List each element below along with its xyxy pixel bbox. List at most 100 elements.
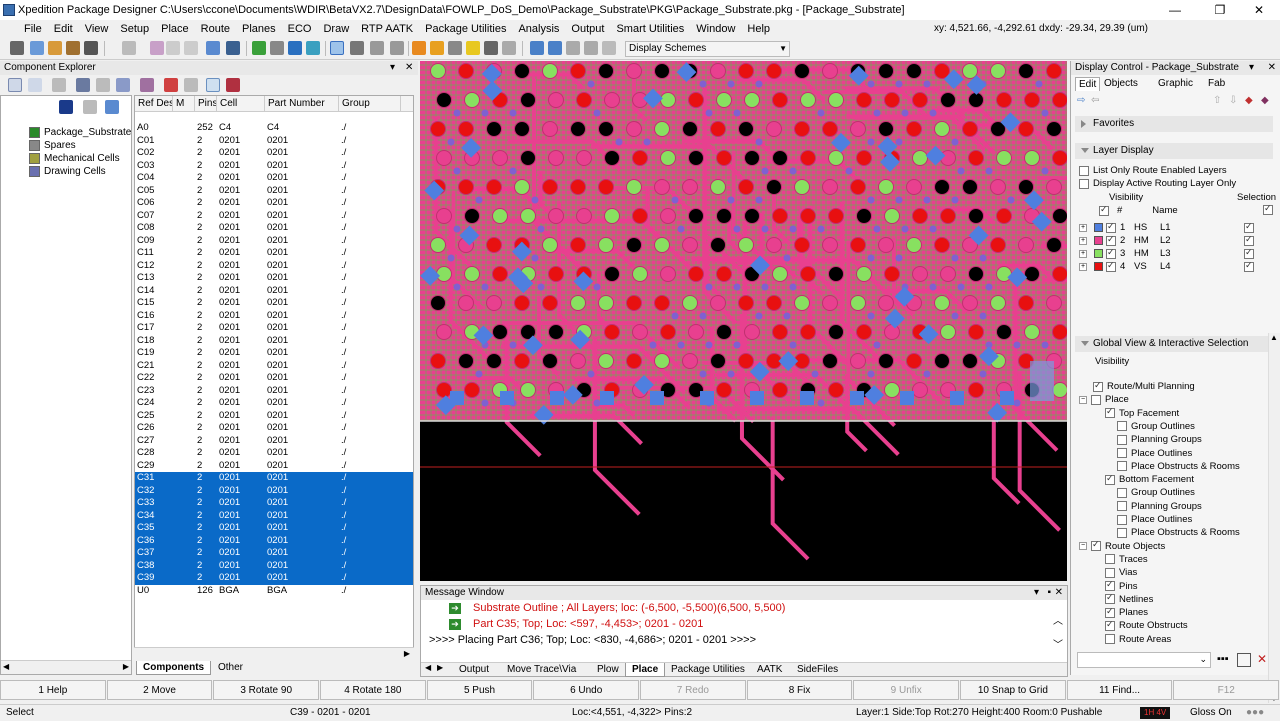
gv-item[interactable]: Route Obstructs <box>1105 619 1188 632</box>
minimize-button[interactable]: — <box>1160 2 1190 18</box>
library-icon[interactable] <box>66 41 80 55</box>
more-icon[interactable]: ▪▪▪ <box>1217 653 1229 665</box>
table-row[interactable]: C13 2 0201 0201 ./ <box>135 272 413 285</box>
gv-item[interactable]: Place Obstructs & Rooms <box>1117 526 1240 539</box>
menu-draw[interactable]: Draw <box>317 23 355 35</box>
table-row[interactable]: C35 2 0201 0201 ./ <box>135 522 413 535</box>
tab-place[interactable]: Place <box>625 663 666 677</box>
gv-item[interactable]: Planes <box>1105 606 1148 619</box>
remove-icon[interactable]: ⇦ <box>1091 95 1099 106</box>
tab-graphic[interactable]: Graphic <box>1155 77 1196 90</box>
fkey-3[interactable]: 3 Rotate 90 <box>213 680 320 700</box>
layer-visibility-checkbox[interactable] <box>1106 260 1116 272</box>
fkey-10[interactable]: 10 Snap to Grid <box>960 680 1066 700</box>
tab-other[interactable]: Other <box>212 661 249 675</box>
collapse-all-icon[interactable] <box>105 100 119 114</box>
collapse-icon[interactable] <box>28 78 42 92</box>
net-icon[interactable] <box>59 100 73 114</box>
gv-checkbox[interactable] <box>1105 606 1115 618</box>
part-icon[interactable] <box>226 78 240 92</box>
layer-selection-checkbox[interactable] <box>1244 260 1254 272</box>
global-view-section[interactable]: Global View & Interactive Selection <box>1075 336 1273 352</box>
table-row[interactable]: C23 2 0201 0201 ./ <box>135 385 413 398</box>
view-icon[interactable] <box>306 41 320 55</box>
table-row[interactable]: C18 2 0201 0201 ./ <box>135 335 413 348</box>
layer-display-section[interactable]: Layer Display <box>1075 143 1273 159</box>
gv-checkbox[interactable] <box>1117 448 1127 458</box>
menu-view[interactable]: View <box>79 23 115 35</box>
panel-close-icon[interactable]: ✕ <box>405 61 413 75</box>
layer-row[interactable]: +3 HM L3 <box>1079 247 1269 260</box>
table-row[interactable]: C06 2 0201 0201 ./ <box>135 197 413 210</box>
table-row[interactable]: C01 2 0201 0201 ./ <box>135 135 413 148</box>
open-icon[interactable] <box>30 41 44 55</box>
gv-checkbox[interactable] <box>1117 527 1127 538</box>
gv-checkbox[interactable] <box>1091 394 1101 405</box>
table-row[interactable]: C19 2 0201 0201 ./ <box>135 347 413 360</box>
col-cell[interactable]: Cell <box>217 96 265 111</box>
gv-checkbox[interactable] <box>1117 487 1127 498</box>
table-row[interactable]: C02 2 0201 0201 ./ <box>135 147 413 160</box>
pcb-layout[interactable] <box>420 61 1067 581</box>
gv-checkbox[interactable] <box>1105 579 1115 591</box>
expand-icon[interactable]: + <box>1079 262 1087 271</box>
scroll-left-icon[interactable]: ◀ <box>3 662 9 671</box>
display-schemes-dropdown[interactable]: Display Schemes ▼ <box>625 41 790 57</box>
gv-checkbox[interactable] <box>1105 567 1115 578</box>
table-row[interactable]: C31 2 0201 0201 ./ <box>135 472 413 485</box>
menu-window[interactable]: Window <box>690 23 741 35</box>
table-row[interactable]: C07 2 0201 0201 ./ <box>135 210 413 223</box>
pointer-icon[interactable] <box>10 41 24 55</box>
scheme-icon[interactable]: ◆ <box>1261 95 1269 106</box>
tree-item-package-substrate[interactable]: Package_Substrate <box>29 126 131 139</box>
gv-checkbox[interactable] <box>1117 421 1127 432</box>
unplace-icon[interactable] <box>96 78 110 92</box>
gv-item[interactable]: − Place <box>1079 393 1129 406</box>
gv-item[interactable]: Vias <box>1105 566 1137 579</box>
layout-canvas[interactable] <box>420 61 1067 581</box>
table-row[interactable]: C32 2 0201 0201 ./ <box>135 484 413 497</box>
layer-visibility-checkbox[interactable] <box>1106 221 1116 233</box>
menu-planes[interactable]: Planes <box>236 23 282 35</box>
scroll-up-icon[interactable]: ▲ <box>1270 333 1278 342</box>
tab-move-trace-via[interactable]: Move Trace\Via <box>501 663 582 677</box>
tab-components[interactable]: Components <box>136 661 212 675</box>
col-m[interactable]: M <box>173 96 195 111</box>
layer-row[interactable]: +2 HM L2 <box>1079 234 1269 247</box>
undo-icon[interactable] <box>166 41 180 55</box>
grid-filter-row[interactable] <box>135 112 413 122</box>
table-row[interactable]: U0 126 BGA BGA ./ <box>135 585 413 598</box>
paint-icon[interactable]: ◆ <box>1245 95 1253 106</box>
gv-item[interactable]: Route Areas <box>1105 633 1171 646</box>
layer-selection-checkbox[interactable] <box>1244 221 1254 233</box>
fit-icon[interactable] <box>566 41 580 55</box>
cut-icon[interactable] <box>150 41 164 55</box>
visibility-all-checkbox[interactable] <box>1099 204 1109 216</box>
tab-output[interactable]: Output <box>453 663 495 677</box>
gv-checkbox[interactable] <box>1105 634 1115 645</box>
table-row[interactable]: C27 2 0201 0201 ./ <box>135 435 413 448</box>
list-only-route-enabled-option[interactable]: List Only Route Enabled Layers <box>1079 164 1227 177</box>
fkey-6[interactable]: 6 Undo <box>533 680 640 700</box>
gv-item[interactable]: Group Outlines <box>1117 486 1195 499</box>
restore-button[interactable]: ❐ <box>1205 2 1235 18</box>
menu-smart-utilities[interactable]: Smart Utilities <box>610 23 690 35</box>
tab-edit[interactable]: Edit <box>1075 77 1101 91</box>
gv-checkbox[interactable] <box>1105 592 1115 605</box>
fkey-5[interactable]: 5 Push <box>426 680 533 700</box>
gv-item[interactable]: Group Outlines <box>1117 420 1195 433</box>
move-down-icon[interactable]: ⇩ <box>1229 95 1237 106</box>
tab-scroll-left-icon[interactable]: ◀ <box>425 663 431 672</box>
gv-checkbox[interactable] <box>1093 380 1103 392</box>
gv-checkbox[interactable] <box>1105 554 1115 565</box>
panel-close-icon[interactable]: ✕ <box>1055 586 1063 600</box>
pin-icon[interactable]: ▪ <box>1047 586 1051 600</box>
table-row[interactable]: C36 2 0201 0201 ./ <box>135 534 413 547</box>
menu-rtp-aatk[interactable]: RTP AATK <box>355 23 419 35</box>
layer-color-swatch[interactable] <box>1094 223 1103 232</box>
tab-package-utilities[interactable]: Package Utilities <box>665 663 751 677</box>
route-icon[interactable] <box>350 41 364 55</box>
gv-checkbox[interactable] <box>1117 434 1127 445</box>
filter-icon[interactable] <box>52 78 66 92</box>
pin-icon[interactable]: ▾ <box>1249 61 1254 75</box>
